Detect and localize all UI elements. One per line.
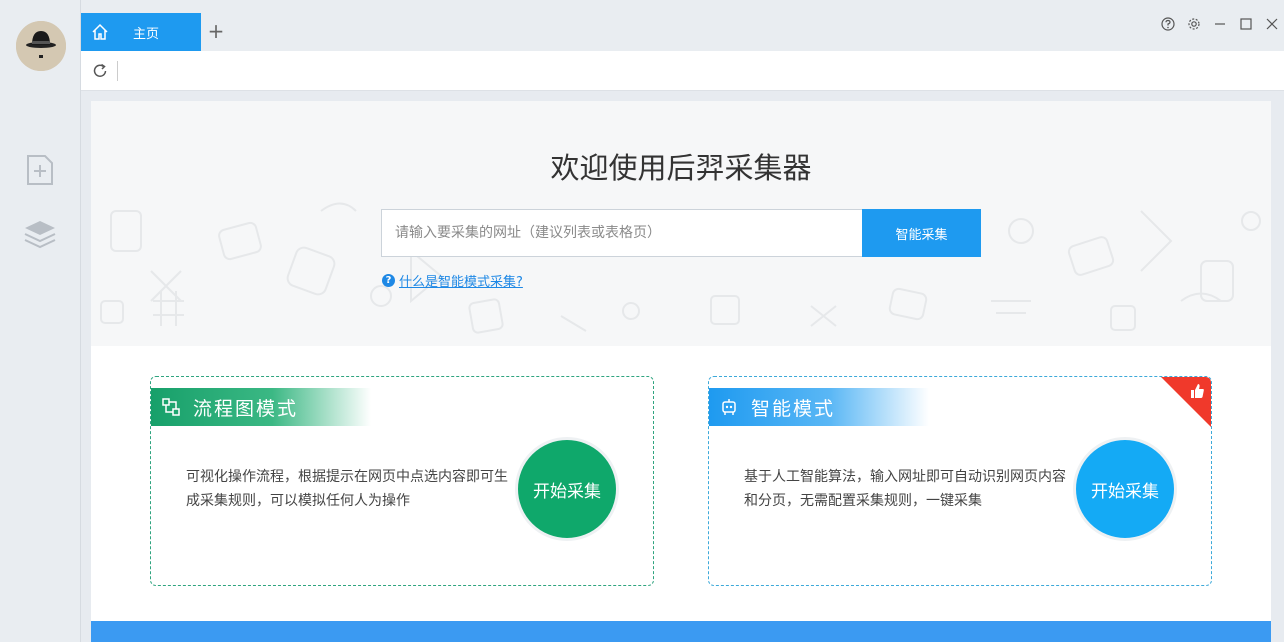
question-icon: ? (382, 274, 395, 287)
flowchart-icon (162, 398, 180, 416)
avatar[interactable] (16, 21, 66, 71)
minimize-button[interactable] (1208, 12, 1232, 36)
help-button[interactable] (1156, 12, 1180, 36)
close-button[interactable] (1260, 12, 1284, 36)
robot-icon (722, 399, 736, 415)
smart-start-button[interactable]: 开始采集 (1073, 437, 1177, 541)
settings-button[interactable] (1182, 12, 1206, 36)
add-tab-button[interactable]: + (205, 20, 227, 42)
app-window: 主页 + 欢迎使用后羿采集器 请输入要采集的网址（建议列表或表格页） 智能采集 … (0, 0, 1284, 642)
tab-home-label: 主页 (133, 26, 160, 42)
minimize-icon (1215, 23, 1225, 25)
help-link-text: 什么是智能模式采集? (399, 275, 523, 290)
gear-icon (1188, 18, 1200, 30)
flowchart-start-button[interactable]: 开始采集 (515, 437, 619, 541)
page-title: 欢迎使用后羿采集器 (550, 151, 812, 185)
maximize-icon (1240, 18, 1252, 30)
bottom-banner (91, 621, 1271, 642)
avatar-hat-icon (16, 21, 66, 71)
smart-mode-title: 智能模式 (751, 397, 836, 420)
tab-home[interactable]: 主页 (81, 13, 201, 51)
home-icon (92, 23, 108, 40)
hero-section: 欢迎使用后羿采集器 智能采集 ? 什么是智能模式采集? (91, 101, 1271, 346)
new-task-icon[interactable] (22, 152, 58, 188)
smart-mode-card: 智能模式 基于人工智能算法，输入网址即可自动识别网页内容和分页，无需配置采集规则… (708, 376, 1212, 586)
smart-mode-header: 智能模式 (709, 388, 929, 426)
left-sidebar (0, 0, 81, 642)
home-page: 欢迎使用后羿采集器 智能采集 ? 什么是智能模式采集? 流程图模式 可视化操作流… (91, 101, 1271, 642)
window-controls (1154, 12, 1284, 36)
maximize-button[interactable] (1234, 12, 1258, 36)
flowchart-mode-card: 流程图模式 可视化操作流程，根据提示在网页中点选内容即可生成采集规则，可以模拟任… (150, 376, 654, 586)
thumbs-up-icon (1191, 384, 1204, 398)
smart-mode-description: 基于人工智能算法，输入网址即可自动识别网页内容和分页，无需配置采集规则，一键采集 (744, 469, 1066, 509)
flowchart-mode-description: 可视化操作流程，根据提示在网页中点选内容即可生成采集规则，可以模拟任何人为操作 (186, 469, 508, 509)
close-icon (1266, 18, 1278, 30)
help-icon (1161, 17, 1175, 31)
url-input[interactable] (117, 61, 1217, 81)
layers-icon[interactable] (22, 216, 58, 252)
smart-collect-button[interactable]: 智能采集 (862, 209, 981, 257)
flowchart-mode-title: 流程图模式 (193, 397, 299, 420)
tab-bar: 主页 + (81, 0, 1284, 51)
reload-icon[interactable] (91, 62, 109, 80)
flowchart-mode-header: 流程图模式 (151, 388, 371, 426)
smart-mode-help-link[interactable]: ? 什么是智能模式采集? (382, 271, 523, 290)
url-search-input[interactable] (381, 209, 862, 257)
address-bar (81, 51, 1284, 91)
